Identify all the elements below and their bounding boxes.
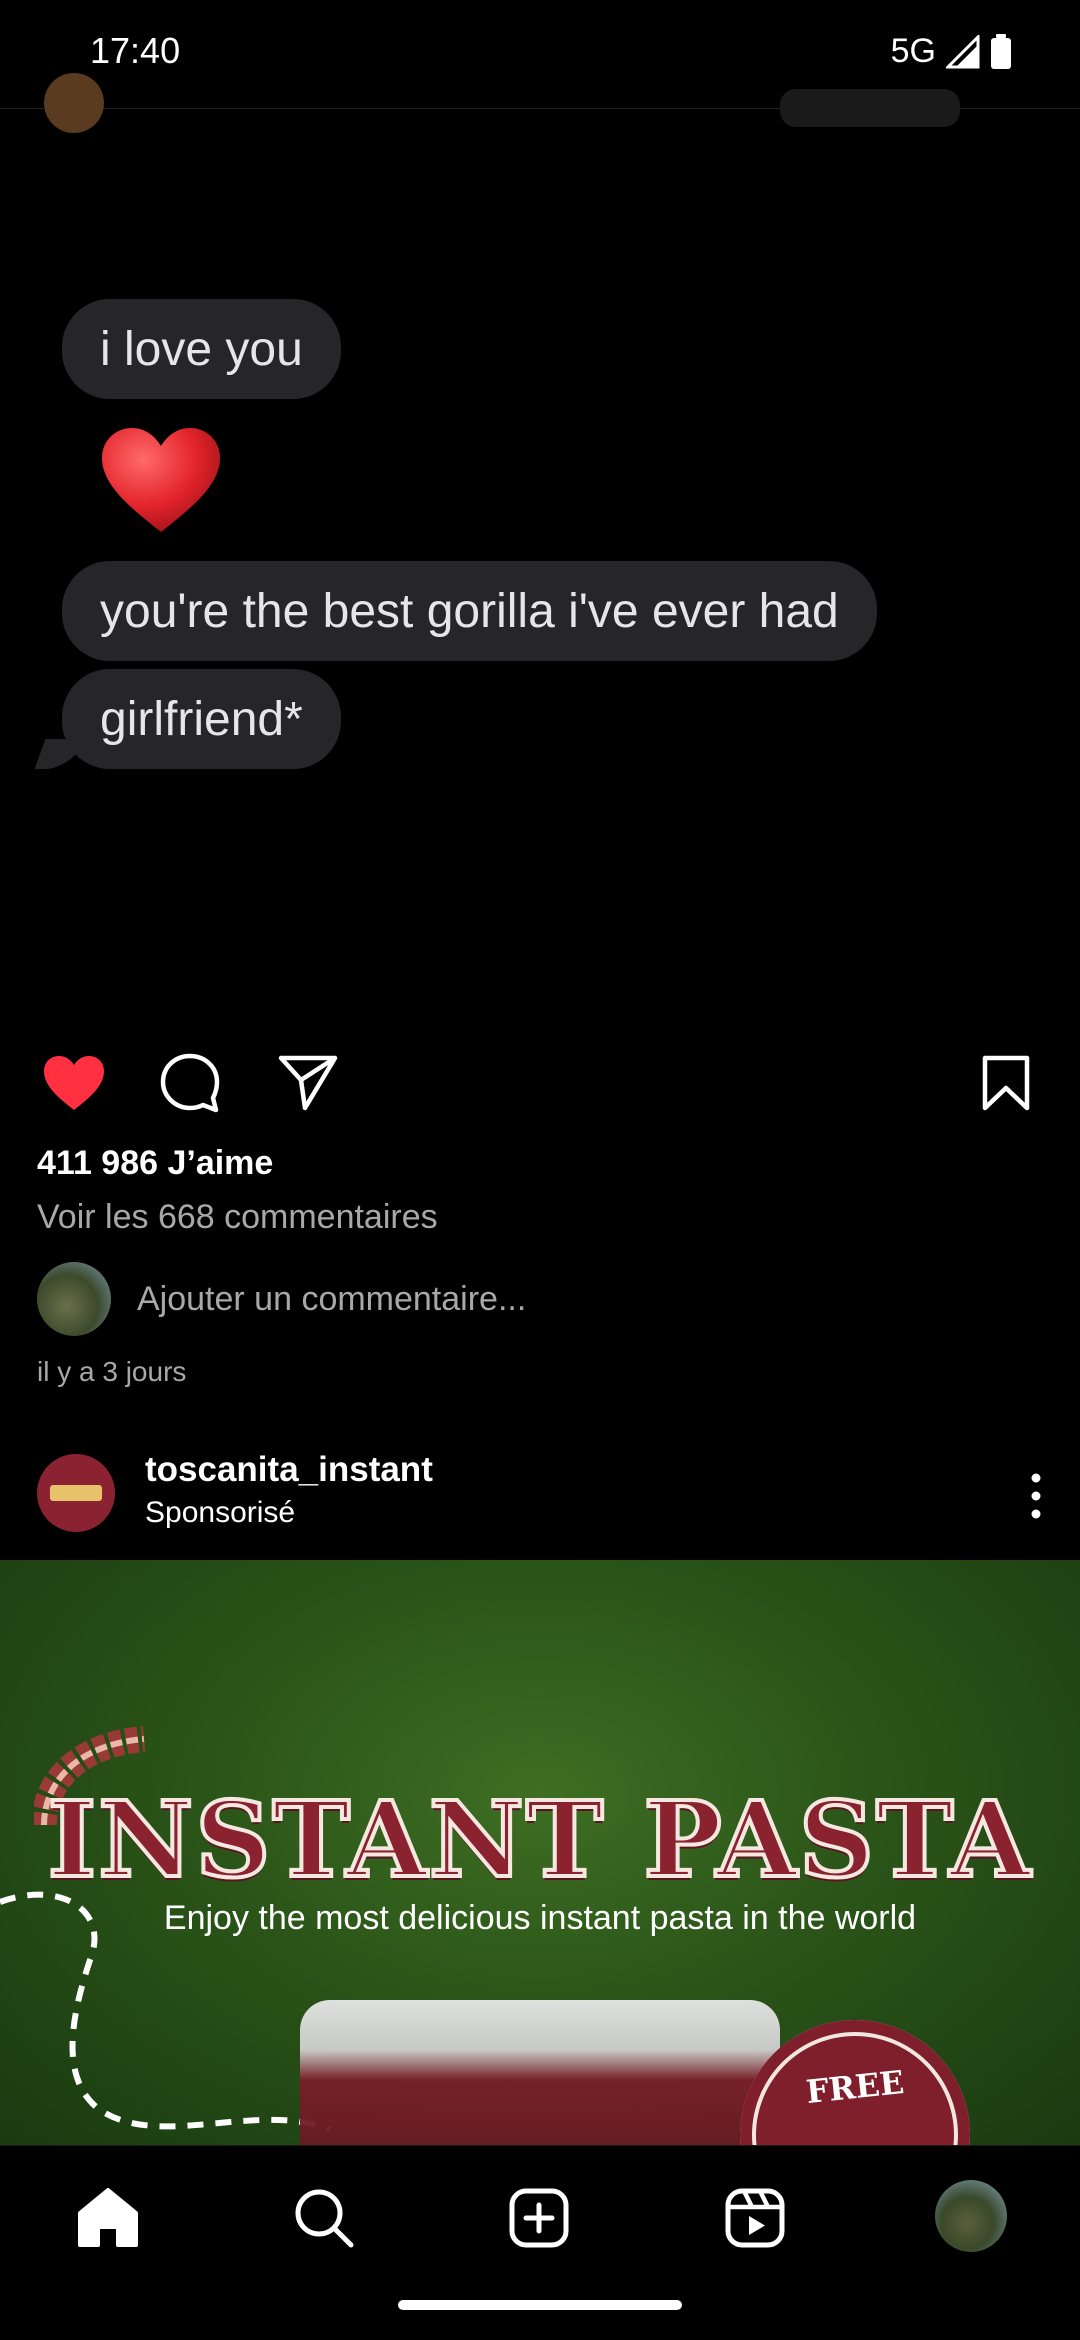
nav-profile[interactable] <box>935 2180 1007 2252</box>
home-indicator[interactable] <box>398 2300 682 2310</box>
network-label: 5G <box>890 32 936 70</box>
heart-emoji-icon <box>102 428 220 532</box>
post-timestamp: il y a 3 jours <box>37 1356 187 1387</box>
bottom-navigation <box>0 2145 1080 2340</box>
sponsor-logo-icon <box>50 1485 102 1501</box>
ad-subtitle: Enjoy the most delicious instant pasta i… <box>163 1899 917 1937</box>
ad-title: INSTANT PASTA <box>46 1776 1033 1903</box>
chat-bubble-1: i love you <box>62 299 341 399</box>
nav-search[interactable] <box>288 2182 360 2254</box>
profile-avatar <box>935 2180 1007 2252</box>
signal-icon <box>946 34 980 68</box>
nav-home[interactable] <box>72 2182 144 2254</box>
bookmark-icon <box>982 1055 1030 1111</box>
more-options-button[interactable] <box>1016 1468 1056 1524</box>
nav-create[interactable] <box>503 2182 575 2254</box>
post-image[interactable]: i love you you're the best gorilla i've … <box>0 73 1080 1039</box>
post-action-row <box>0 1048 1080 1118</box>
ad-image[interactable]: INSTANT PASTA Enjoy the most delicious i… <box>0 1560 1080 2145</box>
search-icon <box>295 2189 354 2248</box>
instagram-feed-screen: 17:40 5G i love you you're the best gori… <box>0 0 1080 2340</box>
create-icon <box>509 2188 569 2248</box>
status-icons: 5G <box>891 32 1012 71</box>
comment-button[interactable] <box>154 1048 226 1118</box>
heart-filled-icon <box>44 1056 104 1110</box>
sponsored-post-header: toscanita_instant Sponsorisé <box>0 1450 1080 1560</box>
view-comments-link[interactable]: Voir les 668 commentaires <box>37 1198 438 1237</box>
home-icon <box>78 2188 138 2247</box>
reels-icon <box>725 2188 785 2248</box>
sponsored-label: Sponsorisé <box>145 1496 296 1529</box>
sponsor-avatar[interactable] <box>37 1454 115 1532</box>
chat-bubble-2: you're the best gorilla i've ever had <box>62 561 877 661</box>
previous-post-button <box>780 89 960 127</box>
status-time: 17:40 <box>90 30 181 71</box>
save-button[interactable] <box>970 1048 1042 1118</box>
chat-bubble-3: girlfriend* <box>62 669 341 769</box>
comment-input[interactable]: Ajouter un commentaire... <box>137 1280 526 1319</box>
send-icon <box>278 1055 338 1111</box>
likes-count[interactable]: 411 986 J’aime <box>37 1144 273 1183</box>
add-comment-row[interactable]: Ajouter un commentaire... <box>37 1262 526 1336</box>
like-button[interactable] <box>38 1048 110 1118</box>
battery-icon <box>991 33 1011 69</box>
more-vertical-icon <box>1031 1473 1041 1519</box>
avatar <box>37 1262 111 1336</box>
free-badge-text: FREE <box>804 2062 906 2112</box>
nav-reels[interactable] <box>719 2182 791 2254</box>
pasta-cup-image <box>300 2000 780 2145</box>
comment-icon <box>160 1053 220 1113</box>
share-button[interactable] <box>272 1048 344 1118</box>
sponsor-username[interactable]: toscanita_instant <box>145 1450 433 1490</box>
previous-post-avatar <box>44 73 104 133</box>
